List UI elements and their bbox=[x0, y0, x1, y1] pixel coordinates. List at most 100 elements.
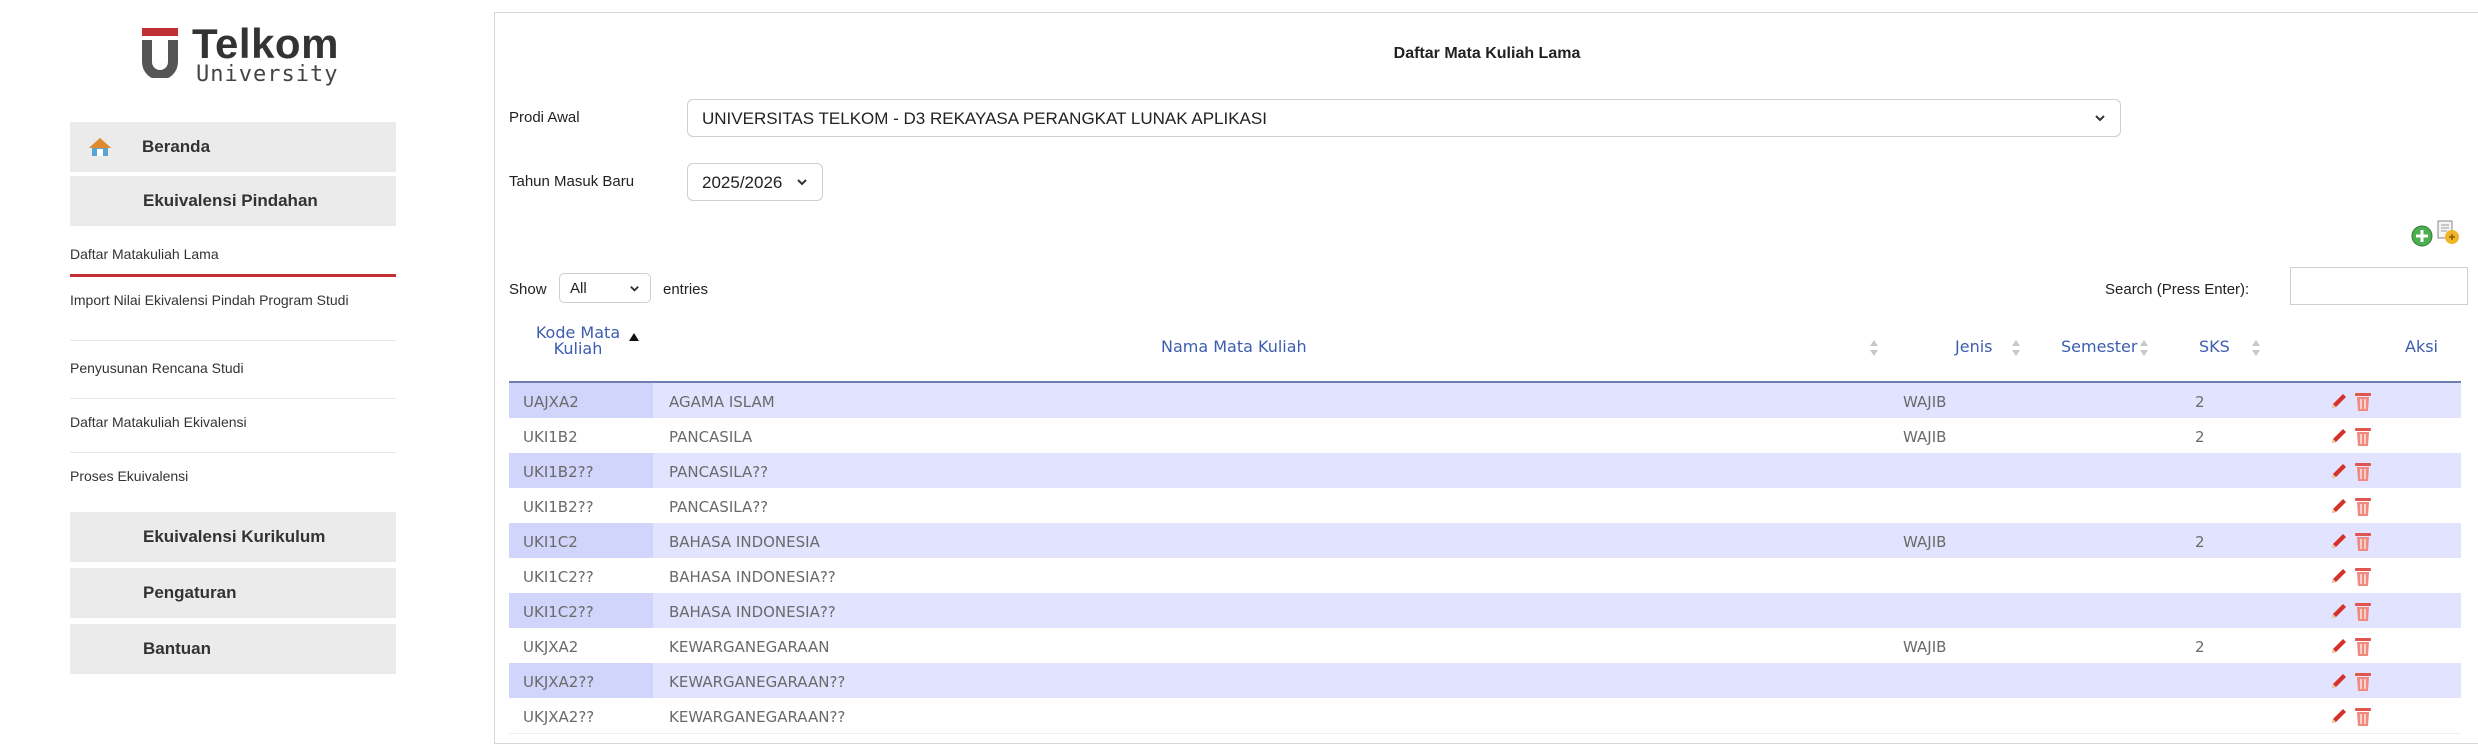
show-entries-select[interactable]: All bbox=[559, 273, 651, 303]
sort-both-icon bbox=[2252, 340, 2260, 356]
sidebar-item-label: Ekuivalensi Kurikulum bbox=[143, 527, 326, 546]
tahun-select-value: 2025/2026 bbox=[702, 173, 783, 192]
delete-icon[interactable] bbox=[2353, 705, 2373, 727]
table-row: UKJXA2?? KEWARGANEGARAAN?? bbox=[509, 663, 2461, 698]
edit-icon[interactable] bbox=[2329, 566, 2349, 586]
cell-kode: UKI1B2 bbox=[523, 428, 578, 446]
row-actions bbox=[2329, 530, 2375, 552]
submenu-item-label: Import Nilai Ekivalensi Pindah Program S… bbox=[70, 292, 349, 308]
sort-both-icon bbox=[1870, 340, 1878, 356]
submenu-item-import-nilai[interactable]: Import Nilai Ekivalensi Pindah Program S… bbox=[70, 286, 396, 341]
sidebar-item-ekuivalensi-pindahan[interactable]: Ekuivalensi Pindahan bbox=[70, 176, 396, 226]
delete-icon[interactable] bbox=[2353, 425, 2373, 447]
delete-icon[interactable] bbox=[2353, 495, 2373, 517]
table-row: UKI1C2?? BAHASA INDONESIA?? bbox=[509, 593, 2461, 628]
cell-kode: UKJXA2?? bbox=[523, 708, 595, 726]
submenu-item-penyusunan-rencana-studi[interactable]: Penyusunan Rencana Studi bbox=[70, 352, 396, 399]
edit-icon[interactable] bbox=[2329, 601, 2349, 621]
chevron-down-icon bbox=[630, 286, 639, 292]
th-label: Semester bbox=[2061, 337, 2138, 356]
sidebar-item-beranda[interactable]: Beranda bbox=[70, 122, 396, 172]
delete-icon[interactable] bbox=[2353, 530, 2373, 552]
page-title: Daftar Mata Kuliah Lama bbox=[1393, 45, 1581, 62]
row-actions bbox=[2329, 670, 2375, 692]
cell-semester: 2 bbox=[2195, 638, 2205, 656]
search-label: Search (Press Enter): bbox=[2105, 281, 2250, 298]
prodi-label: Prodi Awal bbox=[509, 109, 580, 126]
edit-icon[interactable] bbox=[2329, 706, 2349, 726]
export-icon[interactable] bbox=[2435, 219, 2461, 245]
cell-nama: BAHASA INDONESIA?? bbox=[669, 568, 836, 586]
submenu-item-daftar-matakuliah-lama[interactable]: Daftar Matakuliah Lama bbox=[70, 232, 396, 277]
submenu-item-label: Daftar Matakuliah Ekivalensi bbox=[70, 414, 247, 430]
search-input[interactable] bbox=[2290, 267, 2468, 305]
row-actions bbox=[2329, 635, 2375, 657]
delete-icon[interactable] bbox=[2353, 390, 2373, 412]
delete-icon[interactable] bbox=[2353, 635, 2373, 657]
cell-nama: AGAMA ISLAM bbox=[669, 393, 775, 411]
table-row: UKJXA2?? KEWARGANEGARAAN?? bbox=[509, 698, 2461, 734]
sort-asc-icon bbox=[629, 333, 639, 341]
edit-icon[interactable] bbox=[2329, 636, 2349, 656]
cell-jenis: WAJIB bbox=[1903, 638, 1947, 656]
th-sks[interactable]: SKS bbox=[2151, 315, 2263, 381]
sidebar-item-label: Ekuivalensi Pindahan bbox=[143, 191, 318, 210]
sidebar-item-ekuivalensi-kurikulum[interactable]: Ekuivalensi Kurikulum bbox=[70, 512, 396, 562]
tahun-label: Tahun Masuk Baru bbox=[509, 173, 635, 190]
sort-both-icon bbox=[2012, 340, 2020, 356]
submenu-item-daftar-matakuliah-ekivalensi[interactable]: Daftar Matakuliah Ekivalensi bbox=[70, 406, 396, 453]
delete-icon[interactable] bbox=[2353, 600, 2373, 622]
cell-semester: 2 bbox=[2195, 393, 2205, 411]
tahun-select[interactable]: 2025/2026 bbox=[687, 163, 823, 201]
cell-nama: KEWARGANEGARAAN?? bbox=[669, 673, 846, 691]
show-entries-value: All bbox=[570, 280, 587, 297]
cell-jenis: WAJIB bbox=[1903, 533, 1947, 551]
table-header: Kode Mata Kuliah Nama Mata Kuliah Jenis … bbox=[509, 315, 2461, 384]
cell-kode: UKJXA2 bbox=[523, 638, 579, 656]
th-label: Nama Mata Kuliah bbox=[1161, 337, 1307, 356]
sidebar-item-label: Bantuan bbox=[143, 639, 211, 658]
edit-icon[interactable] bbox=[2329, 391, 2349, 411]
telkom-university-logo[interactable]: Telkom University bbox=[138, 20, 378, 87]
prodi-select-value: UNIVERSITAS TELKOM - D3 REKAYASA PERANGK… bbox=[702, 109, 1267, 128]
cell-jenis: WAJIB bbox=[1903, 428, 1947, 446]
delete-icon[interactable] bbox=[2353, 460, 2373, 482]
logo-subtitle: University bbox=[196, 62, 339, 87]
cell-nama: KEWARGANEGARAAN?? bbox=[669, 708, 846, 726]
submenu-item-label: Penyusunan Rencana Studi bbox=[70, 360, 244, 376]
home-icon bbox=[89, 138, 111, 156]
sidebar-item-pengaturan[interactable]: Pengaturan bbox=[70, 568, 396, 618]
cell-jenis: WAJIB bbox=[1903, 393, 1947, 411]
sort-both-icon bbox=[2140, 340, 2148, 356]
th-semester[interactable]: Semester bbox=[2023, 315, 2151, 381]
th-nama[interactable]: Nama Mata Kuliah bbox=[653, 315, 1883, 381]
delete-icon[interactable] bbox=[2353, 565, 2373, 587]
th-label: Jenis bbox=[1955, 337, 1993, 356]
cell-semester: 2 bbox=[2195, 428, 2205, 446]
th-label: Kode Mata Kuliah bbox=[535, 323, 621, 358]
prodi-select[interactable]: UNIVERSITAS TELKOM - D3 REKAYASA PERANGK… bbox=[687, 99, 2121, 137]
th-jenis[interactable]: Jenis bbox=[1883, 315, 2023, 381]
delete-icon[interactable] bbox=[2353, 670, 2373, 692]
th-label: Aksi bbox=[2405, 337, 2438, 356]
edit-icon[interactable] bbox=[2329, 531, 2349, 551]
table-row: UKI1C2 BAHASA INDONESIA WAJIB 2 bbox=[509, 523, 2461, 558]
logo-name: Telkom bbox=[192, 20, 339, 67]
cell-kode: UKI1C2?? bbox=[523, 603, 594, 621]
cell-nama: BAHASA INDONESIA?? bbox=[669, 603, 836, 621]
edit-icon[interactable] bbox=[2329, 671, 2349, 691]
row-actions bbox=[2329, 425, 2375, 447]
th-label: SKS bbox=[2199, 337, 2230, 356]
sidebar-item-bantuan[interactable]: Bantuan bbox=[70, 624, 396, 674]
telkom-logo-icon bbox=[142, 28, 178, 78]
submenu-item-proses-ekuivalensi[interactable]: Proses Ekuivalensi bbox=[70, 460, 396, 506]
sidebar-item-label: Pengaturan bbox=[143, 583, 237, 602]
cell-nama: KEWARGANEGARAAN bbox=[669, 638, 830, 656]
edit-icon[interactable] bbox=[2329, 461, 2349, 481]
th-kode[interactable]: Kode Mata Kuliah bbox=[509, 315, 653, 381]
edit-icon[interactable] bbox=[2329, 496, 2349, 516]
edit-icon[interactable] bbox=[2329, 426, 2349, 446]
table-row: UKI1B2?? PANCASILA?? bbox=[509, 453, 2461, 488]
submenu-item-label: Proses Ekuivalensi bbox=[70, 468, 189, 484]
add-icon[interactable] bbox=[2411, 225, 2433, 247]
